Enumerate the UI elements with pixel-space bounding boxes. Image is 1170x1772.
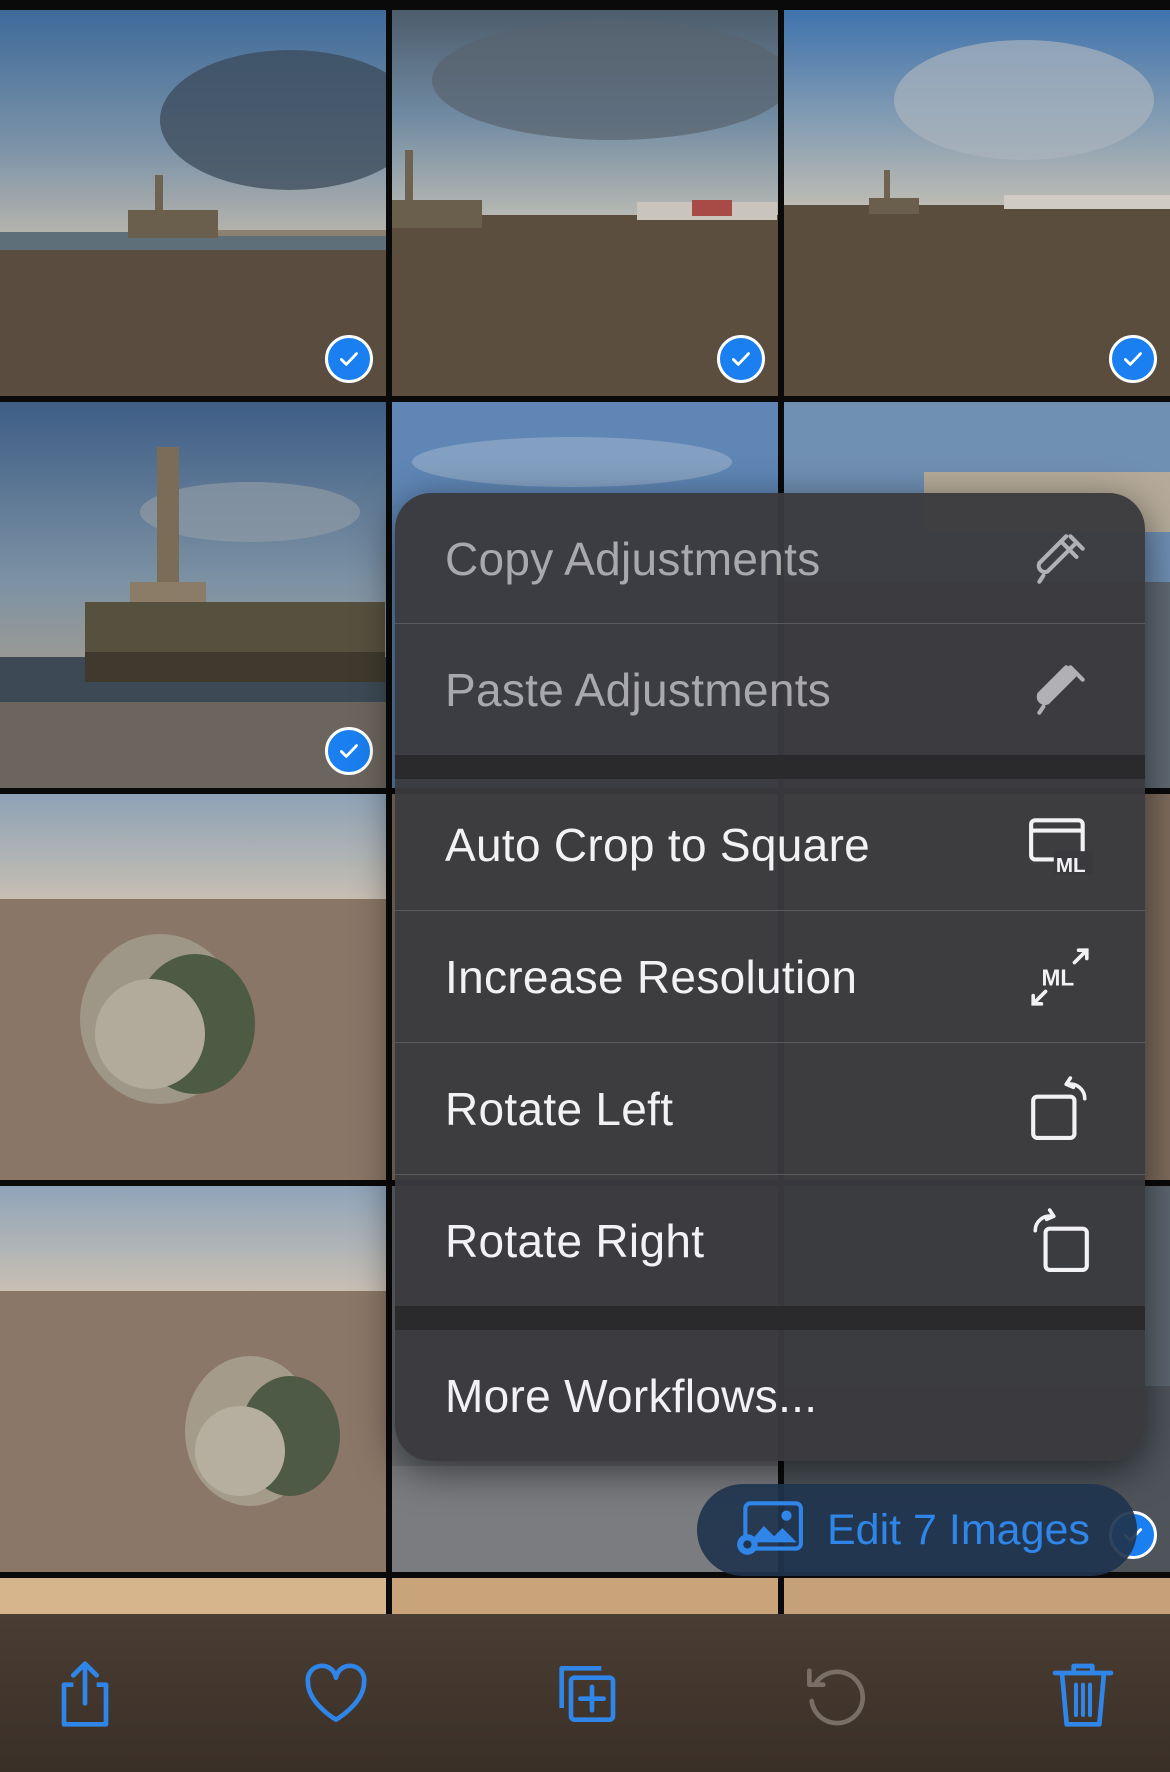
eyedropper-fill-icon (1025, 655, 1095, 725)
photo-thumbnail[interactable] (0, 402, 386, 788)
duplicate-icon (550, 1659, 620, 1734)
share-button[interactable] (45, 1656, 125, 1736)
menu-item-label: Auto Crop to Square (445, 818, 871, 871)
delete-button[interactable] (1043, 1656, 1123, 1736)
menu-item-copy-adjustments[interactable]: Copy Adjustments (395, 493, 1145, 624)
photo-thumbnail[interactable] (784, 10, 1170, 396)
eyedropper-icon (1025, 524, 1095, 594)
trash-icon (1048, 1659, 1118, 1734)
workflows-menu: Copy Adjustments Paste Adjustments Auto … (395, 493, 1145, 1461)
menu-item-more-workflows[interactable]: More Workflows... (395, 1330, 1145, 1461)
photo-thumbnail[interactable] (0, 10, 386, 396)
menu-item-label: Increase Resolution (445, 950, 858, 1003)
edit-images-label: Edit 7 Images (827, 1505, 1090, 1554)
menu-item-label: Rotate Right (445, 1214, 705, 1267)
photo-thumbnail[interactable] (0, 794, 386, 1180)
rotate-right-icon (1025, 1206, 1095, 1276)
photo-gear-icon (733, 1499, 805, 1562)
menu-item-auto-crop[interactable]: Auto Crop to Square ML (395, 779, 1145, 910)
bottom-toolbar (0, 1614, 1170, 1772)
heart-icon (301, 1659, 371, 1734)
crop-ml-icon: ML (1025, 810, 1095, 880)
selected-check-icon (1109, 335, 1157, 383)
photo-thumbnail[interactable] (392, 10, 778, 396)
menu-item-label: Rotate Left (445, 1082, 674, 1135)
svg-text:ML: ML (1041, 964, 1074, 990)
edit-images-button[interactable]: Edit 7 Images (697, 1484, 1137, 1576)
revert-button[interactable] (795, 1656, 875, 1736)
share-icon (50, 1659, 120, 1734)
selected-check-icon (325, 335, 373, 383)
photo-thumbnail[interactable] (0, 1186, 386, 1572)
menu-item-label: Paste Adjustments (445, 663, 832, 716)
menu-item-label: Copy Adjustments (445, 532, 821, 585)
menu-item-label: More Workflows... (445, 1369, 818, 1422)
menu-item-rotate-left[interactable]: Rotate Left (395, 1043, 1145, 1174)
rotate-left-icon (1025, 1074, 1095, 1144)
duplicate-button[interactable] (545, 1656, 625, 1736)
favorite-button[interactable] (296, 1656, 376, 1736)
selected-check-icon (325, 727, 373, 775)
menu-item-increase-resolution[interactable]: Increase Resolution ML (395, 911, 1145, 1042)
menu-item-paste-adjustments[interactable]: Paste Adjustments (395, 624, 1145, 755)
svg-text:ML: ML (1056, 853, 1086, 875)
selected-check-icon (717, 335, 765, 383)
expand-ml-icon: ML (1025, 942, 1095, 1012)
rotate-undo-icon (800, 1659, 870, 1734)
menu-item-rotate-right[interactable]: Rotate Right (395, 1175, 1145, 1306)
